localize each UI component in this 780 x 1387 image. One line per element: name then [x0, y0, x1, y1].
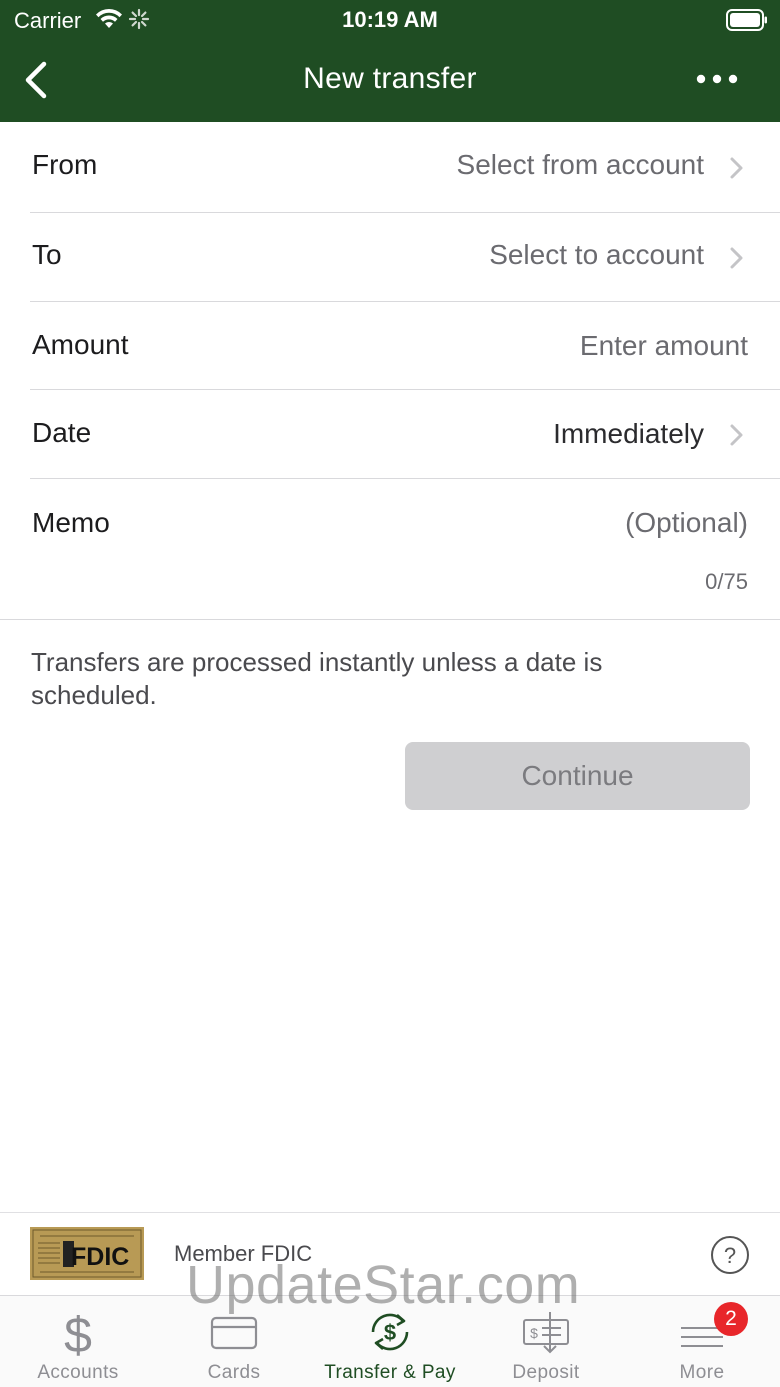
svg-text:FDIC: FDIC	[71, 1243, 129, 1271]
from-account-row[interactable]: From Select from account	[30, 122, 780, 213]
tab-accounts[interactable]: $ Accounts	[0, 1296, 156, 1387]
date-value: Immediately	[553, 418, 704, 449]
memo-label: Memo	[32, 507, 110, 538]
svg-text:$: $	[64, 1308, 92, 1356]
notification-badge: 2	[714, 1302, 748, 1336]
app-header: Carrier 10:19 AM New transfer	[0, 0, 780, 122]
status-time: 10:19 AM	[342, 7, 438, 32]
chevron-right-icon	[730, 247, 743, 269]
amount-label: Amount	[32, 329, 129, 360]
amount-row: Amount Enter amount	[30, 302, 780, 390]
help-question-icon[interactable]: ?	[710, 1235, 750, 1275]
amount-input[interactable]: Enter amount	[580, 330, 748, 362]
to-account-value: Select to account	[489, 239, 704, 270]
page-title: New transfer	[303, 62, 477, 95]
date-label: Date	[32, 417, 92, 448]
svg-text:$: $	[530, 1325, 538, 1341]
tab-more[interactable]: 2 More	[624, 1296, 780, 1387]
status-bar: Carrier 10:19 AM	[0, 0, 780, 40]
transfer-info-text: Transfers are processed instantly unless…	[31, 647, 603, 710]
memo-input[interactable]: (Optional)	[625, 507, 748, 539]
watermark-text: UpdateStar.com	[186, 1255, 581, 1315]
navigation-bar: New transfer	[0, 40, 780, 122]
from-label: From	[32, 149, 98, 180]
tab-label: Transfer & Pay	[324, 1362, 456, 1383]
from-account-value: Select from account	[456, 149, 704, 180]
section-divider	[0, 619, 780, 620]
tab-label: More	[679, 1362, 725, 1383]
tab-label: Cards	[207, 1362, 261, 1383]
dollar-icon: $	[64, 1308, 92, 1356]
to-account-row[interactable]: To Select to account	[30, 213, 780, 302]
battery-icon	[726, 9, 767, 31]
to-label: To	[32, 239, 62, 270]
more-options-icon[interactable]	[694, 64, 740, 94]
continue-button[interactable]: Continue	[405, 742, 750, 810]
memo-character-counter: 0/75	[705, 569, 748, 594]
tab-label: Accounts	[37, 1362, 119, 1383]
chevron-right-icon	[730, 157, 743, 179]
svg-text:$: $	[384, 1320, 396, 1345]
memo-row: Memo (Optional)	[30, 479, 780, 619]
fdic-logo: FDIC	[30, 1227, 144, 1280]
chevron-right-icon	[730, 424, 743, 446]
tab-label: Deposit	[512, 1362, 580, 1383]
date-row[interactable]: Date Immediately	[30, 390, 780, 479]
svg-text:?: ?	[724, 1243, 736, 1268]
